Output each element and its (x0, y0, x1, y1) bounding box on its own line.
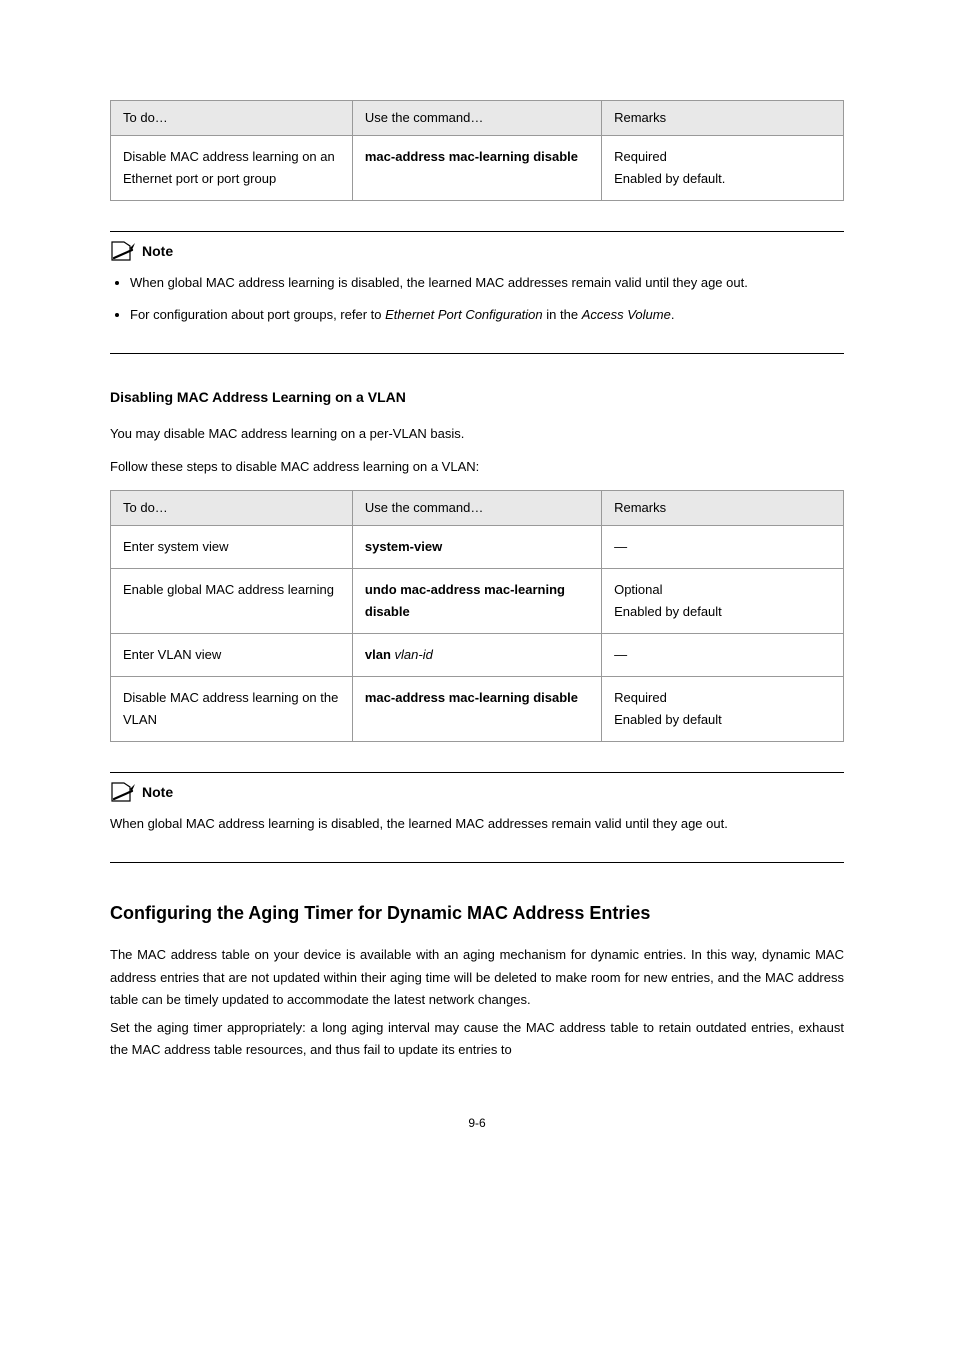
note-icon (110, 240, 136, 262)
table-row: Enter VLAN view vlan vlan-id — (111, 634, 844, 677)
t2-r2-rem-l1: Optional (614, 579, 831, 601)
page-number: 9-6 (110, 1116, 844, 1130)
t1-row-remarks: Required Enabled by default. (602, 136, 844, 201)
t2-r1-rem: — (602, 525, 844, 568)
t2-header-cmd: Use the command… (352, 490, 601, 525)
note-divider-bottom-1 (110, 341, 844, 354)
note-divider-bottom-2 (110, 850, 844, 863)
t2-r1-todo: Enter system view (111, 525, 353, 568)
table-row: Disable MAC address learning on an Ether… (111, 136, 844, 201)
aging-para-2: Set the aging timer appropriately: a lon… (110, 1017, 844, 1061)
intro-para-2: Follow these steps to disable MAC addres… (110, 456, 844, 478)
note-label: Note (142, 784, 173, 800)
note-bullet-2: For configuration about port groups, ref… (130, 304, 844, 326)
t2-r4-cmd: mac-address mac-learning disable (352, 677, 601, 742)
note-block-1: Note When global MAC address learning is… (110, 231, 844, 326)
t2-r2-rem-l2: Enabled by default (614, 601, 831, 623)
t1-remarks-l2: Enabled by default. (614, 168, 831, 190)
t2-r2-todo: Enable global MAC address learning (111, 568, 353, 633)
t1-header-rem: Remarks (602, 101, 844, 136)
t2-r4-rem-l1: Required (614, 687, 831, 709)
intro-para-1: You may disable MAC address learning on … (110, 423, 844, 445)
t1-row-command: mac-address mac-learning disable (352, 136, 601, 201)
t2-r4-rem-l2: Enabled by default (614, 709, 831, 731)
t2-r2-cmd: undo mac-address mac-learning disable (352, 568, 601, 633)
heading-aging-timer: Configuring the Aging Timer for Dynamic … (110, 903, 844, 924)
aging-para-1: The MAC address table on your device is … (110, 944, 844, 1010)
t1-remarks-l1: Required (614, 146, 831, 168)
t2-r4-rem: Required Enabled by default (602, 677, 844, 742)
t2-r3-cmd: vlan vlan-id (352, 634, 601, 677)
note-bullet-2e: . (671, 307, 675, 322)
t2-header-rem: Remarks (602, 490, 844, 525)
table-row: Disable MAC address learning on the VLAN… (111, 677, 844, 742)
note2-text: When global MAC address learning is disa… (110, 813, 844, 835)
t2-header-todo: To do… (111, 490, 353, 525)
note-block-2: Note When global MAC address learning is… (110, 772, 844, 835)
t2-r3-rem: — (602, 634, 844, 677)
t2-r1-cmd: system-view (352, 525, 601, 568)
note-bullet-2a: For configuration about port groups, ref… (130, 307, 381, 322)
config-table-1: To do… Use the command… Remarks Disable … (110, 100, 844, 201)
t1-header-todo: To do… (111, 101, 353, 136)
note-label: Note (142, 243, 173, 259)
note-list: When global MAC address learning is disa… (130, 272, 844, 326)
t1-row-todo: Disable MAC address learning on an Ether… (111, 136, 353, 201)
note-icon (110, 781, 136, 803)
table-row: Enable global MAC address learning undo … (111, 568, 844, 633)
note-bullet-2c: in the (546, 307, 578, 322)
t2-r3-todo: Enter VLAN view (111, 634, 353, 677)
t2-r4-todo: Disable MAC address learning on the VLAN (111, 677, 353, 742)
note-bullet-2d: Access Volume (582, 307, 671, 322)
t2-r2-rem: Optional Enabled by default (602, 568, 844, 633)
note-bullet-2b: Ethernet Port Configuration (385, 307, 543, 322)
table-row: Enter system view system-view — (111, 525, 844, 568)
section-heading-vlan: Disabling MAC Address Learning on a VLAN (110, 389, 844, 405)
t1-header-cmd: Use the command… (352, 101, 601, 136)
config-table-2: To do… Use the command… Remarks Enter sy… (110, 490, 844, 743)
note-bullet-1: When global MAC address learning is disa… (130, 272, 844, 294)
